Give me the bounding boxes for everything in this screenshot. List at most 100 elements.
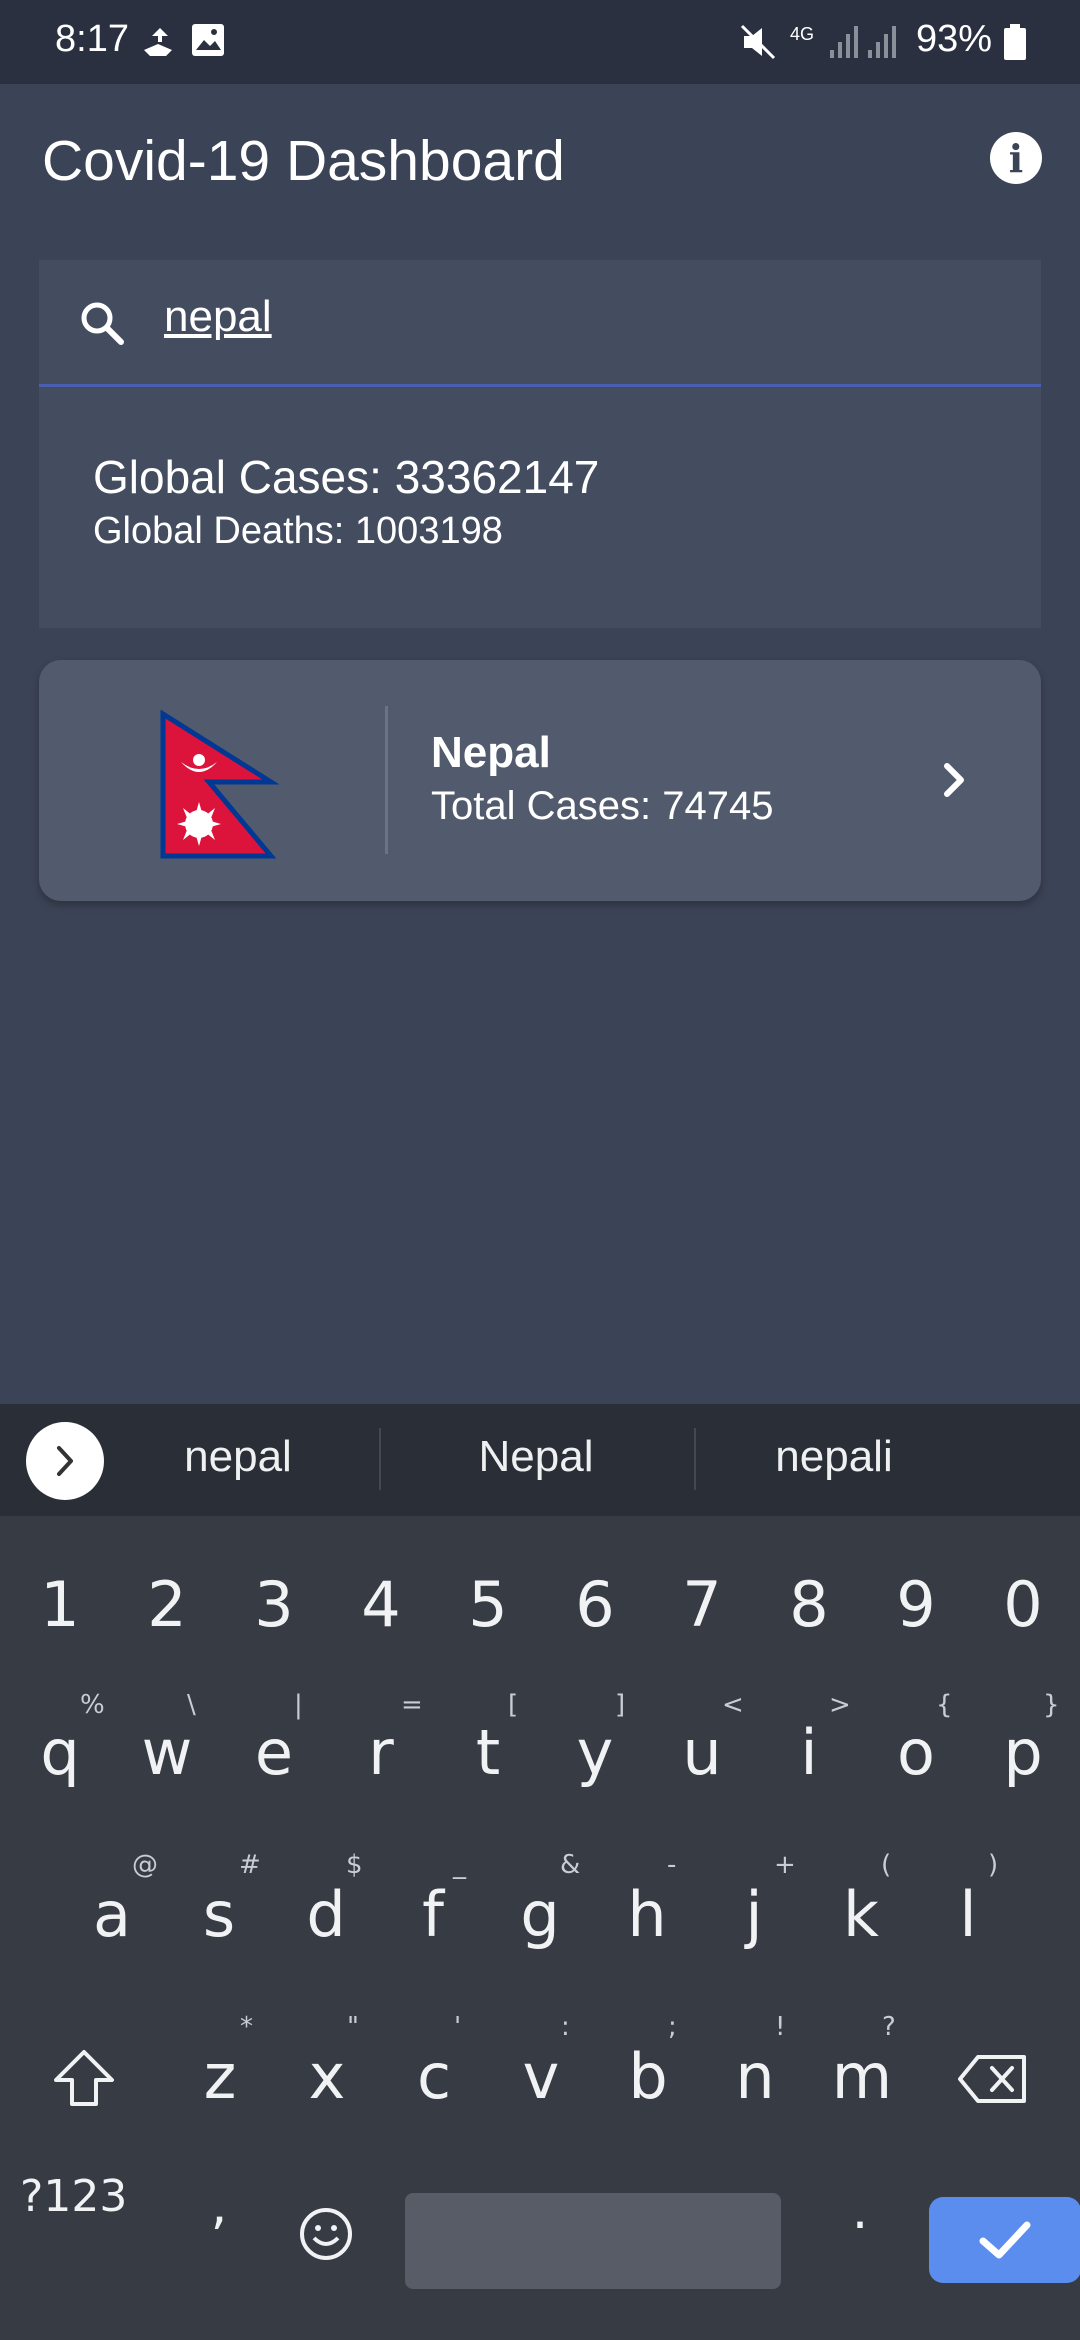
battery-percent: 93% bbox=[915, 18, 992, 60]
battery-icon bbox=[1004, 24, 1026, 65]
key-n[interactable]: n bbox=[701, 2040, 809, 2113]
key-q[interactable]: q bbox=[6, 1716, 114, 1789]
signal-icon-2 bbox=[866, 22, 900, 65]
key-f[interactable]: f bbox=[379, 1878, 487, 1951]
key-7[interactable]: 7 bbox=[648, 1568, 756, 1641]
status-time: 8:17 bbox=[55, 18, 129, 60]
key-hint: - bbox=[667, 1850, 677, 1880]
key-0[interactable]: 0 bbox=[969, 1568, 1077, 1641]
network-type: 4G bbox=[790, 24, 815, 44]
key-hint: ' bbox=[454, 2012, 462, 2042]
chevron-right-icon[interactable] bbox=[939, 760, 969, 805]
key-hint: & bbox=[560, 1850, 581, 1880]
key-hint: @ bbox=[132, 1850, 158, 1880]
key-r[interactable]: r bbox=[327, 1716, 435, 1789]
key-9[interactable]: 9 bbox=[862, 1568, 970, 1641]
search-bar[interactable]: nepal bbox=[39, 260, 1041, 387]
key-hint: : bbox=[561, 2012, 570, 2042]
key-hint: ! bbox=[775, 2012, 786, 2042]
key-c[interactable]: c bbox=[380, 2040, 488, 2113]
key-j[interactable]: j bbox=[700, 1878, 808, 1951]
info-icon[interactable]: i bbox=[990, 132, 1042, 184]
key-hint: > bbox=[829, 1690, 851, 1720]
key-l[interactable]: l bbox=[914, 1878, 1022, 1951]
key-b[interactable]: b bbox=[594, 2040, 702, 2113]
key-h[interactable]: h bbox=[593, 1878, 701, 1951]
suggestion-item[interactable]: nepal bbox=[88, 1432, 388, 1482]
key-t[interactable]: t bbox=[434, 1716, 542, 1789]
key-p[interactable]: p bbox=[969, 1716, 1077, 1789]
shift-icon bbox=[54, 2050, 114, 2106]
image-icon bbox=[190, 22, 226, 63]
suggestion-item[interactable]: Nepal bbox=[386, 1432, 686, 1482]
symbols-key[interactable]: ?123 bbox=[20, 2171, 127, 2222]
backspace-key[interactable] bbox=[958, 2054, 1028, 2109]
key-3[interactable]: 3 bbox=[220, 1568, 328, 1641]
key-8[interactable]: 8 bbox=[755, 1568, 863, 1641]
key-hint: " bbox=[347, 2012, 359, 2042]
key-1[interactable]: 1 bbox=[6, 1568, 114, 1641]
suggestion-bar: nepal Nepal nepali bbox=[0, 1404, 1080, 1516]
backspace-icon bbox=[958, 2055, 1026, 2103]
suggestion-item[interactable]: nepali bbox=[684, 1432, 984, 1482]
emoji-icon bbox=[300, 2208, 352, 2260]
space-key[interactable] bbox=[405, 2193, 781, 2289]
key-hint: } bbox=[1043, 1690, 1060, 1720]
mute-icon bbox=[740, 22, 776, 67]
signal-icon bbox=[828, 22, 862, 65]
country-card[interactable]: Nepal Total Cases: 74745 bbox=[39, 660, 1041, 901]
key-hint: + bbox=[774, 1850, 796, 1880]
key-z[interactable]: z bbox=[166, 2040, 274, 2113]
key-a[interactable]: a bbox=[58, 1878, 166, 1951]
key-hint: = bbox=[401, 1690, 423, 1720]
key-hint: ? bbox=[882, 2012, 896, 2042]
key-hint: ( bbox=[881, 1850, 892, 1880]
enter-key[interactable] bbox=[929, 2197, 1080, 2283]
key-hint: | bbox=[294, 1690, 303, 1720]
key-hint: ; bbox=[668, 2012, 677, 2042]
key-v[interactable]: v bbox=[487, 2040, 595, 2113]
key-g[interactable]: g bbox=[486, 1878, 594, 1951]
key-d[interactable]: d bbox=[272, 1878, 380, 1951]
key-hint: \ bbox=[187, 1690, 196, 1720]
country-total-cases: Total Cases: 74745 bbox=[431, 784, 774, 828]
key-6[interactable]: 6 bbox=[541, 1568, 649, 1641]
key-hint: * bbox=[240, 2012, 253, 2042]
shift-key[interactable] bbox=[52, 2048, 116, 2113]
key-hint: $ bbox=[346, 1850, 363, 1880]
transfer-icon bbox=[138, 22, 178, 67]
global-deaths: Global Deaths: 1003198 bbox=[93, 510, 503, 552]
key-m[interactable]: m bbox=[808, 2040, 916, 2113]
nepal-flag-icon bbox=[159, 709, 280, 865]
key-hint: # bbox=[239, 1850, 261, 1880]
key-hint: ] bbox=[615, 1690, 626, 1720]
suggestion-divider bbox=[379, 1428, 381, 1490]
search-icon bbox=[77, 298, 127, 353]
key-2[interactable]: 2 bbox=[113, 1568, 221, 1641]
search-panel: nepal Global Cases: 33362147 Global Deat… bbox=[39, 260, 1041, 628]
check-icon bbox=[979, 2221, 1031, 2259]
key-x[interactable]: x bbox=[273, 2040, 381, 2113]
key-e[interactable]: e bbox=[220, 1716, 328, 1789]
key-y[interactable]: y bbox=[541, 1716, 649, 1789]
key-5[interactable]: 5 bbox=[434, 1568, 542, 1641]
global-cases: Global Cases: 33362147 bbox=[93, 451, 600, 503]
key-k[interactable]: k bbox=[807, 1878, 915, 1951]
emoji-key[interactable] bbox=[298, 2206, 354, 2267]
key-u[interactable]: u bbox=[648, 1716, 756, 1789]
key-hint: % bbox=[80, 1690, 105, 1720]
status-bar: 8:17 4G 93% bbox=[0, 0, 1080, 84]
key-hint: _ bbox=[453, 1850, 466, 1880]
key-w[interactable]: w bbox=[113, 1716, 221, 1789]
search-input[interactable]: nepal bbox=[164, 292, 272, 342]
key-i[interactable]: i bbox=[755, 1716, 863, 1789]
key-hint: { bbox=[936, 1690, 953, 1720]
card-divider bbox=[385, 706, 388, 854]
key-o[interactable]: o bbox=[862, 1716, 970, 1789]
key-s[interactable]: s bbox=[165, 1878, 273, 1951]
key-4[interactable]: 4 bbox=[327, 1568, 435, 1641]
key-hint: ) bbox=[988, 1850, 999, 1880]
page-title: Covid-19 Dashboard bbox=[42, 129, 565, 193]
period-key[interactable]: . bbox=[806, 2181, 914, 2241]
comma-key[interactable]: , bbox=[165, 2176, 273, 2236]
